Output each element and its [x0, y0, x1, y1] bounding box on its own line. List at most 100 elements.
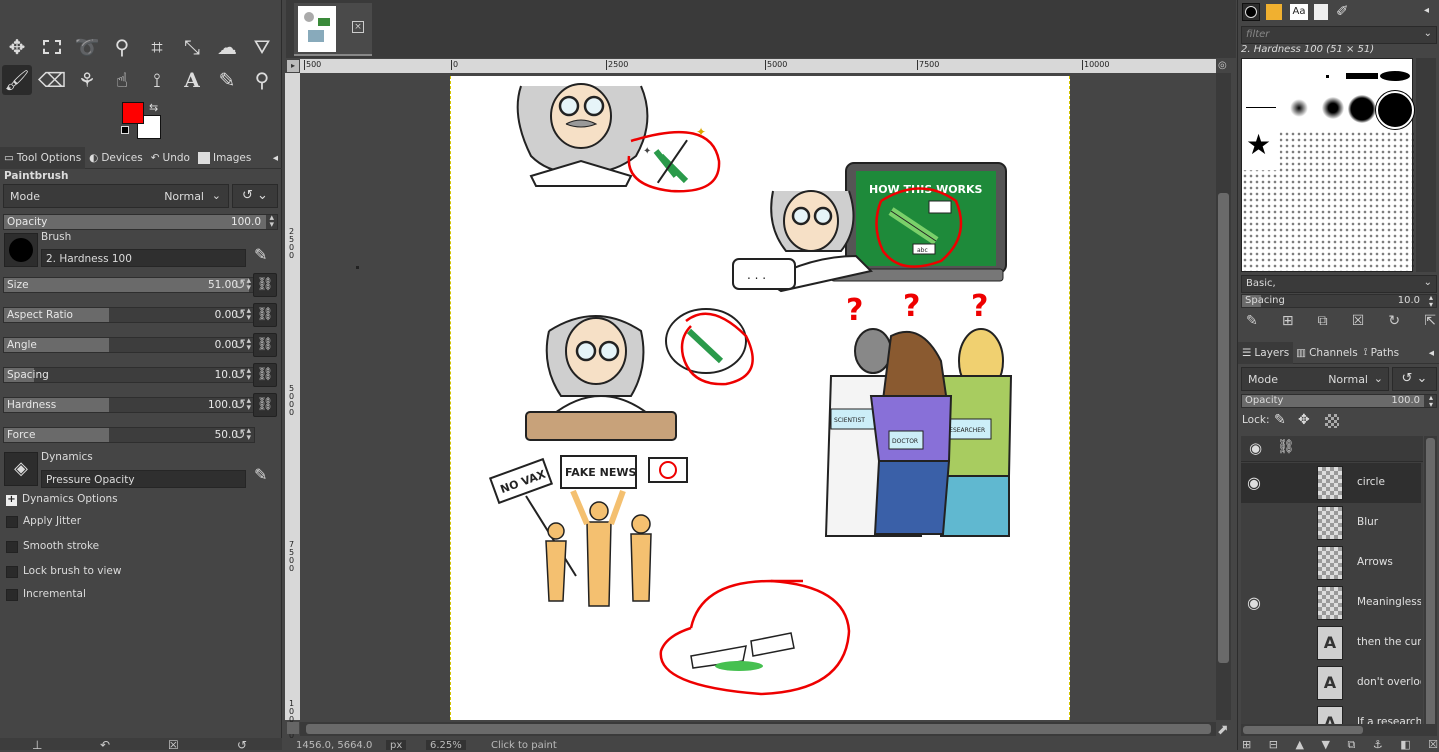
brush-item[interactable] [1322, 97, 1344, 119]
reset-icon[interactable]: ↺ [231, 396, 249, 414]
link-to-brush-icon[interactable]: ⛓ [253, 393, 277, 417]
duplicate-layer-icon[interactable]: ⧉ [1347, 738, 1355, 750]
layer-row[interactable]: ◉Adon't overlook h [1241, 663, 1421, 703]
image-canvas[interactable]: ✦ ✦ HOW THIS WORKS abc . . . ? ? ? SCIEN… [450, 76, 1070, 720]
tab-paths[interactable]: ⟟ Paths [1361, 342, 1402, 364]
brush-item[interactable]: ★ [1246, 131, 1271, 159]
tab-images[interactable]: Images [194, 147, 255, 169]
swap-colors-icon[interactable]: ⇆ [149, 101, 158, 114]
move-tool-icon[interactable]: ✥ [2, 32, 32, 62]
document-history-tab[interactable] [1314, 4, 1328, 20]
layers-h-scrollbar[interactable] [1241, 724, 1437, 736]
fonts-tab[interactable]: Aa [1290, 4, 1308, 20]
eye-icon[interactable]: ◉ [1247, 473, 1261, 492]
brush-filter-input[interactable]: filter ⌄ [1241, 26, 1437, 44]
slider-angle[interactable]: Angle 0.00 ▴ ▾ [3, 337, 255, 353]
expand-icon[interactable]: + [6, 495, 17, 506]
navigate-icon[interactable]: ⬈ [1217, 722, 1231, 738]
layer-mode-reset-button[interactable]: ↺ ⌄ [1392, 367, 1437, 391]
warp-icon[interactable]: ☁ [212, 32, 242, 62]
eraser-icon[interactable]: ⌫ [37, 65, 67, 95]
lock-alpha-icon[interactable] [1325, 414, 1339, 428]
lock-position-icon[interactable]: ✥ [1298, 412, 1310, 428]
delete-brush-icon[interactable]: ☒ [1352, 313, 1365, 333]
reset-icon[interactable]: ↺ [231, 306, 249, 324]
link-to-brush-icon[interactable]: ⛓ [253, 303, 277, 327]
foreground-color-swatch[interactable] [122, 102, 144, 124]
reset-icon[interactable]: ↺ [231, 336, 249, 354]
layer-mode-dropdown[interactable]: Mode Normal ⌄ [1241, 367, 1389, 391]
checkbox[interactable] [6, 541, 18, 553]
brush-item[interactable] [1380, 71, 1410, 81]
mode-reset-button[interactable]: ↺ ⌄ [232, 184, 278, 208]
slider-size[interactable]: Size 51.00 ▴ ▾ [3, 277, 255, 293]
zoom-selector[interactable]: 6.25% [426, 740, 466, 750]
delete-layer-icon[interactable]: ☒ [1428, 738, 1438, 750]
brush-spacing-slider[interactable]: Spacing 10.0 ▴ ▾ [1241, 294, 1437, 309]
fuzzy-select-icon[interactable]: ⚲ [107, 32, 137, 62]
zoom-image-icon[interactable]: ◎ [1218, 60, 1230, 72]
horizontal-scrollbar[interactable] [300, 722, 1216, 736]
edit-brush-icon[interactable]: ✎ [254, 245, 267, 264]
brush-item[interactable] [1346, 73, 1378, 79]
layer-row[interactable]: ◉ Meaningless.png [1241, 583, 1421, 623]
unit-selector[interactable]: px [386, 740, 407, 750]
unified-transform-icon[interactable]: ⤡ [177, 32, 207, 62]
tab-tool-options[interactable]: ▭ Tool Options [0, 146, 86, 169]
reset-icon[interactable]: ↺ [231, 366, 249, 384]
dynamics-icon[interactable]: ◈ [4, 452, 38, 486]
paintbrush-icon[interactable]: 🖌 [2, 65, 32, 95]
default-colors-icon[interactable] [121, 126, 129, 134]
vertical-ruler[interactable]: 2500 5000 7500 10000 [285, 73, 300, 740]
reset-icon[interactable]: ↺ [231, 426, 249, 444]
lock-pixels-icon[interactable]: ✎ [1274, 412, 1286, 428]
eye-icon[interactable]: ◉ [1247, 593, 1261, 612]
checkbox[interactable] [6, 589, 18, 601]
link-to-brush-icon[interactable]: ⛓ [253, 273, 277, 297]
quick-mask-menu-icon[interactable]: ▸ [287, 60, 299, 72]
edit-brush-icon[interactable]: ✎ [1246, 313, 1258, 333]
brush-grid[interactable]: ★ [1241, 58, 1414, 272]
raise-layer-icon[interactable]: ▲ [1295, 738, 1303, 750]
horizontal-ruler[interactable]: 500 0 2500 5000 7500 10000 [300, 59, 1216, 73]
brush-preview[interactable] [4, 233, 38, 267]
visibility-header-icon[interactable]: ◉ [1249, 439, 1262, 457]
lasso-icon[interactable]: ➰ [72, 32, 102, 62]
dock-menu-icon[interactable]: ◂ [1424, 5, 1429, 16]
layer-row[interactable]: ◉ circle [1241, 463, 1421, 503]
dock-menu-icon[interactable]: ◂ [269, 147, 282, 169]
brush-item[interactable] [1348, 95, 1376, 123]
close-tab-icon[interactable]: × [352, 21, 364, 33]
crop-icon[interactable]: ⌗ [142, 32, 172, 62]
new-group-icon[interactable]: ⊟ [1269, 738, 1278, 750]
opacity-slider[interactable]: Opacity 100.0 ▴ ▾ [3, 214, 278, 230]
chain-header-icon[interactable]: ⛓ [1277, 439, 1295, 455]
zoom-icon[interactable]: ⚲ [247, 65, 277, 95]
new-brush-icon[interactable]: ⊞ [1282, 313, 1294, 333]
slider-spacing[interactable]: Spacing 10.0 ▴ ▾ [3, 367, 255, 383]
tab-channels[interactable]: ▥ Channels [1293, 342, 1361, 364]
layer-row[interactable]: ◉Blur [1241, 503, 1421, 543]
checkbox[interactable] [6, 566, 18, 578]
layers-scroll-thumb[interactable] [1426, 438, 1435, 728]
slider-aspect-ratio[interactable]: Aspect Ratio 0.00 ▴ ▾ [3, 307, 255, 323]
brushes-tab[interactable] [1242, 3, 1260, 21]
lower-layer-icon[interactable]: ▼ [1321, 738, 1329, 750]
layer-row[interactable]: ◉Arrows [1241, 543, 1421, 583]
tab-undo[interactable]: ↶ Undo [147, 147, 194, 169]
paint-dynamics-icon[interactable]: ✐ [1336, 2, 1349, 20]
vertical-scroll-thumb[interactable] [1218, 193, 1229, 663]
brush-item[interactable] [1326, 75, 1329, 78]
layer-row[interactable]: ◉Athen the cure is [1241, 623, 1421, 663]
mode-dropdown[interactable]: Mode Normal ⌄ [3, 184, 229, 208]
mask-icon[interactable]: ◧ [1400, 738, 1410, 750]
refresh-brushes-icon[interactable]: ↻ [1388, 313, 1400, 333]
layer-opacity-slider[interactable]: Opacity 100.0 ▴ ▾ [1241, 394, 1437, 409]
paths-icon[interactable]: ⟟ [142, 65, 172, 95]
dynamics-options-expander[interactable]: Dynamics Options [22, 493, 118, 505]
anchor-layer-icon[interactable]: ⚓ [1373, 738, 1383, 750]
bucket-fill-icon[interactable]: ⛛ [247, 32, 277, 62]
brush-name-field[interactable]: 2. Hardness 100 [41, 249, 246, 267]
layers-h-scroll-thumb[interactable] [1243, 726, 1363, 734]
tab-layers[interactable]: ☰ Layers [1238, 341, 1294, 364]
